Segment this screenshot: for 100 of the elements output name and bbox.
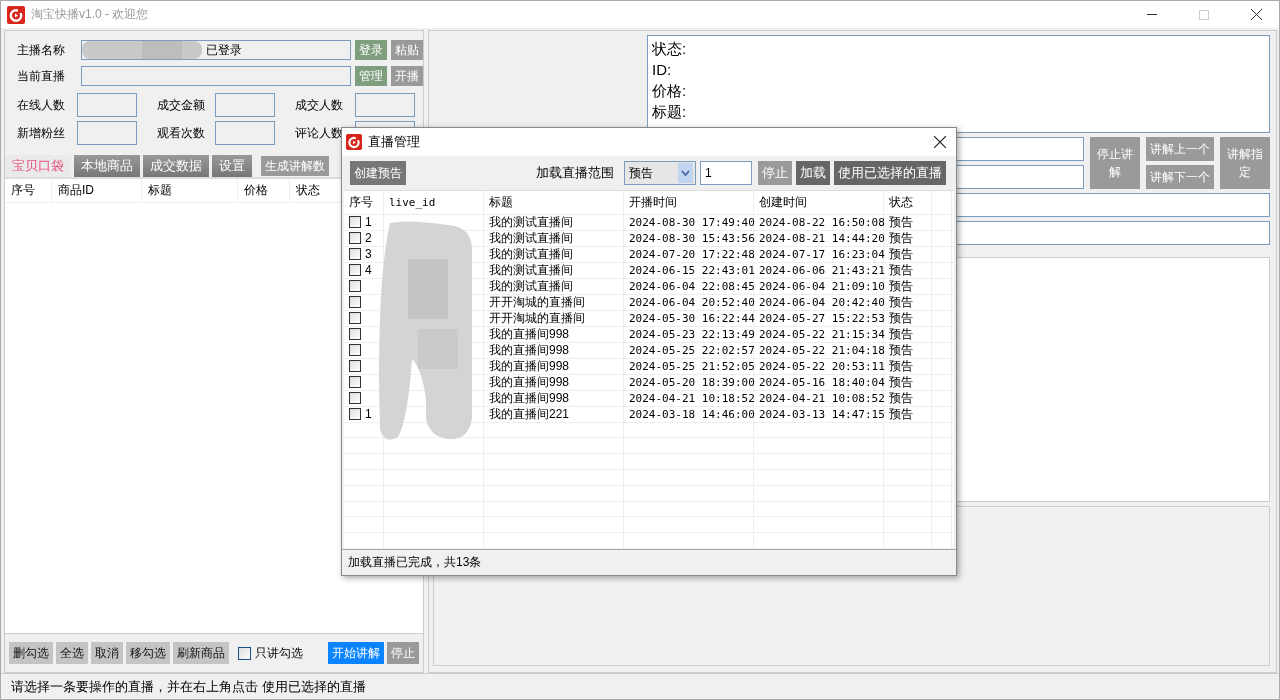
column-header[interactable]: 序号 bbox=[344, 191, 384, 214]
tab[interactable]: 设置 bbox=[212, 155, 252, 177]
table-cell: 2024-05-16 18:40:04 bbox=[754, 374, 884, 390]
table-cell: 2024-06-04 20:52:40 bbox=[624, 294, 754, 310]
dropdown-icon bbox=[678, 163, 693, 183]
table-cell: 4 bbox=[365, 263, 372, 278]
table-cell: 我的直播间221 bbox=[484, 406, 624, 422]
row-checkbox[interactable] bbox=[349, 344, 361, 357]
table-cell: 2024-06-15 22:43:01 bbox=[624, 262, 754, 278]
column-header[interactable]: 标题 bbox=[141, 179, 237, 202]
count-field[interactable]: 1 bbox=[700, 161, 752, 185]
table-cell: 我的直播间998 bbox=[484, 374, 624, 390]
table-cell: 2 bbox=[365, 231, 372, 246]
row-checkbox[interactable] bbox=[349, 360, 361, 373]
table-cell: 2024-05-27 15:22:53 bbox=[754, 310, 884, 326]
minimize-icon bbox=[1147, 13, 1157, 16]
table-cell: 1 bbox=[365, 215, 372, 230]
table-cell: 预告 bbox=[884, 214, 932, 230]
text-field[interactable] bbox=[81, 66, 351, 86]
table-cell: 2024-05-20 18:39:00 bbox=[624, 374, 754, 390]
table-cell: 我的直播间998 bbox=[484, 326, 624, 342]
action-button[interactable]: 移勾选 bbox=[126, 642, 170, 664]
stat-field bbox=[215, 121, 275, 145]
maximize-icon bbox=[1199, 9, 1209, 20]
column-header[interactable]: 商品ID bbox=[51, 179, 141, 202]
app-logo-icon bbox=[7, 5, 25, 24]
table-cell: 我的直播间998 bbox=[484, 342, 624, 358]
table-cell: 预告 bbox=[884, 406, 932, 422]
row-checkbox[interactable] bbox=[349, 216, 361, 229]
create-button[interactable]: 创建预告 bbox=[350, 161, 406, 185]
stat-field bbox=[355, 93, 415, 117]
table-cell: 2024-05-23 22:13:49 bbox=[624, 326, 754, 342]
table-cell: 2024-05-22 20:53:11 bbox=[754, 358, 884, 374]
table-cell: 2024-05-25 22:02:57 bbox=[624, 342, 754, 358]
table-cell: 我的测试直播间 bbox=[484, 230, 624, 246]
table-cell: 2024-08-21 14:44:20 bbox=[754, 230, 884, 246]
table-cell: 2024-08-30 15:43:56 bbox=[624, 230, 754, 246]
stat-label: 成交金额 bbox=[156, 96, 206, 114]
stat-field bbox=[215, 93, 275, 117]
info-line: 状态: bbox=[652, 39, 688, 59]
action-button[interactable]: 使用已选择的直播 bbox=[834, 161, 946, 185]
action-button[interactable]: 删勾选 bbox=[9, 642, 53, 664]
action-button[interactable]: 刷新商品 bbox=[173, 642, 229, 664]
info-line: ID: bbox=[652, 60, 673, 80]
close-icon bbox=[1250, 9, 1262, 20]
start-button[interactable]: 开始讲解 bbox=[328, 642, 384, 664]
stat-field bbox=[77, 121, 137, 145]
row-checkbox[interactable] bbox=[349, 312, 361, 325]
table-cell: 3 bbox=[365, 247, 372, 262]
field-label: 主播名称 bbox=[17, 41, 66, 59]
column-header[interactable]: 开播时间 bbox=[624, 191, 754, 214]
table-cell: 预告 bbox=[884, 342, 932, 358]
checkbox-label: 只讲勾选 bbox=[255, 644, 303, 662]
table-cell: 2024-06-04 22:08:45 bbox=[624, 278, 754, 294]
row-checkbox[interactable] bbox=[349, 296, 361, 309]
row-checkbox[interactable] bbox=[349, 232, 361, 245]
column-header[interactable]: live_id bbox=[384, 191, 484, 214]
row-checkbox[interactable] bbox=[349, 264, 361, 277]
column-header[interactable]: 创建时间 bbox=[754, 191, 884, 214]
table-cell: 预告 bbox=[884, 246, 932, 262]
table-cell: 2024-07-20 17:22:48 bbox=[624, 246, 754, 262]
table-cell: 预告 bbox=[884, 390, 932, 406]
table-cell: 2024-04-21 10:18:52 bbox=[624, 390, 754, 406]
stat-label: 成交人数 bbox=[294, 96, 344, 114]
table-cell: 1 bbox=[365, 407, 372, 422]
action-button[interactable]: 取消 bbox=[91, 642, 123, 664]
range-select[interactable]: 预告 bbox=[624, 161, 696, 185]
action-button[interactable]: 加载 bbox=[796, 161, 830, 185]
column-header[interactable]: 价格 bbox=[237, 179, 289, 202]
checkbox[interactable] bbox=[238, 646, 251, 660]
app-logo-icon bbox=[346, 134, 362, 150]
table-cell: 预告 bbox=[884, 326, 932, 342]
table-cell: 2024-07-17 16:23:04 bbox=[754, 246, 884, 262]
row-checkbox[interactable] bbox=[349, 392, 361, 405]
table-cell: 预告 bbox=[884, 358, 932, 374]
text-field[interactable]: 已登录 bbox=[81, 40, 351, 60]
tab[interactable]: 本地商品 bbox=[74, 155, 140, 177]
table-cell: 预告 bbox=[884, 294, 932, 310]
dialog-status-text: 加载直播已完成，共13条 bbox=[342, 549, 956, 575]
tab[interactable]: 成交数据 bbox=[143, 155, 209, 177]
column-header[interactable]: 状态 bbox=[884, 191, 932, 214]
row-checkbox[interactable] bbox=[349, 248, 361, 261]
row-checkbox[interactable] bbox=[349, 280, 361, 293]
info-line: 标题: bbox=[652, 102, 688, 122]
row-checkbox[interactable] bbox=[349, 328, 361, 341]
column-header[interactable]: 标题 bbox=[484, 191, 624, 214]
table-cell: 预告 bbox=[884, 262, 932, 278]
table-cell: 2024-05-22 21:15:34 bbox=[754, 326, 884, 342]
table-cell: 2024-05-25 21:52:05 bbox=[624, 358, 754, 374]
table-cell: 开开淘城的直播间 bbox=[484, 310, 624, 326]
dialog-title: 直播管理 bbox=[368, 133, 421, 151]
row-checkbox[interactable] bbox=[349, 408, 361, 421]
table-cell: 我的测试直播间 bbox=[484, 278, 624, 294]
action-button[interactable]: 全选 bbox=[56, 642, 88, 664]
stat-label: 观看次数 bbox=[156, 124, 206, 142]
close-icon[interactable] bbox=[934, 136, 946, 148]
row-checkbox[interactable] bbox=[349, 376, 361, 389]
table-cell: 预告 bbox=[884, 230, 932, 246]
stat-label: 评论人数 bbox=[294, 124, 344, 142]
column-header[interactable]: 序号 bbox=[5, 179, 51, 202]
